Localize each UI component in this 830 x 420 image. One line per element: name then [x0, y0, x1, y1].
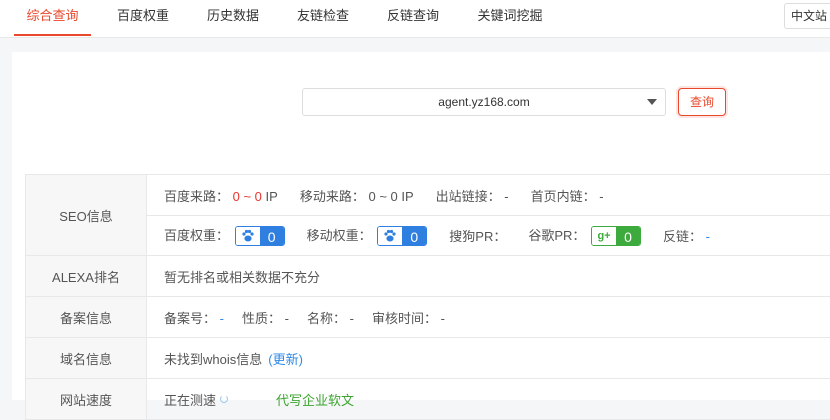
tab-history-data[interactable]: 历史数据: [200, 0, 266, 36]
language-switch[interactable]: 中文站: [784, 3, 830, 29]
backlinks: 反链： -: [663, 229, 711, 244]
paw-icon: [378, 227, 403, 246]
whois-line: 未找到whois信息 (更新): [147, 338, 830, 378]
domain-select[interactable]: agent.yz168.com: [302, 88, 666, 116]
alexa-row: ALEXA排名 暂无排名或相关数据不充分: [25, 256, 830, 297]
chevron-down-icon: [647, 99, 657, 105]
seo-label: SEO信息: [25, 175, 147, 255]
speed-status: 正在测速: [164, 392, 217, 408]
homepage-internal-links: 首页内链： -: [530, 188, 604, 204]
icp-line: 备案号： - 性质： - 名称： - 审核时间： -: [147, 297, 830, 337]
tab-comprehensive[interactable]: 综合查询: [14, 0, 91, 36]
outbound-links: 出站链接： -: [435, 188, 509, 204]
whois-label: 域名信息: [25, 338, 147, 378]
seo-row: SEO信息 百度来路： 0 ~ 0 IP 移动来路： 0 ~ 0 IP 出站链接…: [25, 175, 830, 256]
speed-label: 网站速度: [25, 379, 147, 419]
tab-friend-link-check[interactable]: 友链检查: [290, 0, 356, 36]
icp-row: 备案信息 备案号： - 性质： - 名称： - 审核时间： -: [25, 297, 830, 338]
google-pr: 谷歌PR： g+ 0: [528, 225, 642, 247]
top-navigation: 综合查询 百度权重 历史数据 友链检查 反链查询 关键词挖掘 中文站: [0, 0, 830, 38]
loading-icon: [220, 395, 229, 403]
paw-icon: [235, 227, 260, 246]
query-button[interactable]: 查询: [678, 88, 726, 116]
whois-text: 未找到whois信息: [164, 351, 263, 367]
mobile-weight: 移动权重： 0: [307, 225, 428, 247]
promo-link[interactable]: 代写企业软文: [276, 390, 354, 409]
whois-row: 域名信息 未找到whois信息 (更新): [25, 338, 830, 379]
google-pr-badge[interactable]: g+ 0: [591, 226, 642, 247]
tab-keyword-mining[interactable]: 关键词挖掘: [470, 0, 550, 36]
baidu-weight-badge[interactable]: 0: [234, 226, 285, 247]
domain-select-value: agent.yz168.com: [438, 95, 530, 109]
icp-audit-time: 审核时间： -: [371, 310, 445, 326]
mobile-source: 移动来路： 0 ~ 0 IP: [299, 188, 414, 204]
icp-name: 名称： -: [306, 310, 354, 326]
main-panel: agent.yz168.com 查询 SEO信息 百度来路： 0 ~ 0 IP …: [12, 52, 830, 420]
sogou-pr: 搜狗PR：: [449, 229, 507, 244]
speed-line: 正在测速 代写企业软文: [147, 379, 830, 419]
seo-traffic-line: 百度来路： 0 ~ 0 IP 移动来路： 0 ~ 0 IP 出站链接： - 首页…: [147, 175, 830, 215]
alexa-value: 暂无排名或相关数据不充分: [164, 269, 321, 285]
icp-nature: 性质： -: [241, 310, 289, 326]
tab-baidu-weight[interactable]: 百度权重: [110, 0, 176, 36]
seo-weight-line: 百度权重： 0 移动权重： 0 搜狗PR： 谷歌PR： g+ 0 反链： -: [147, 215, 830, 255]
baidu-source: 百度来路： 0 ~ 0 IP: [164, 188, 278, 204]
whois-update-link[interactable]: (更新): [268, 349, 303, 368]
alexa-label: ALEXA排名: [25, 256, 147, 296]
icp-number: 备案号： -: [164, 310, 224, 326]
info-table: SEO信息 百度来路： 0 ~ 0 IP 移动来路： 0 ~ 0 IP 出站链接…: [25, 174, 830, 420]
mobile-weight-badge[interactable]: 0: [377, 226, 428, 247]
icp-label: 备案信息: [25, 297, 147, 337]
google-plus-icon: g+: [592, 227, 617, 246]
tab-backlink-query[interactable]: 反链查询: [380, 0, 446, 36]
baidu-weight: 百度权重： 0: [164, 225, 285, 247]
